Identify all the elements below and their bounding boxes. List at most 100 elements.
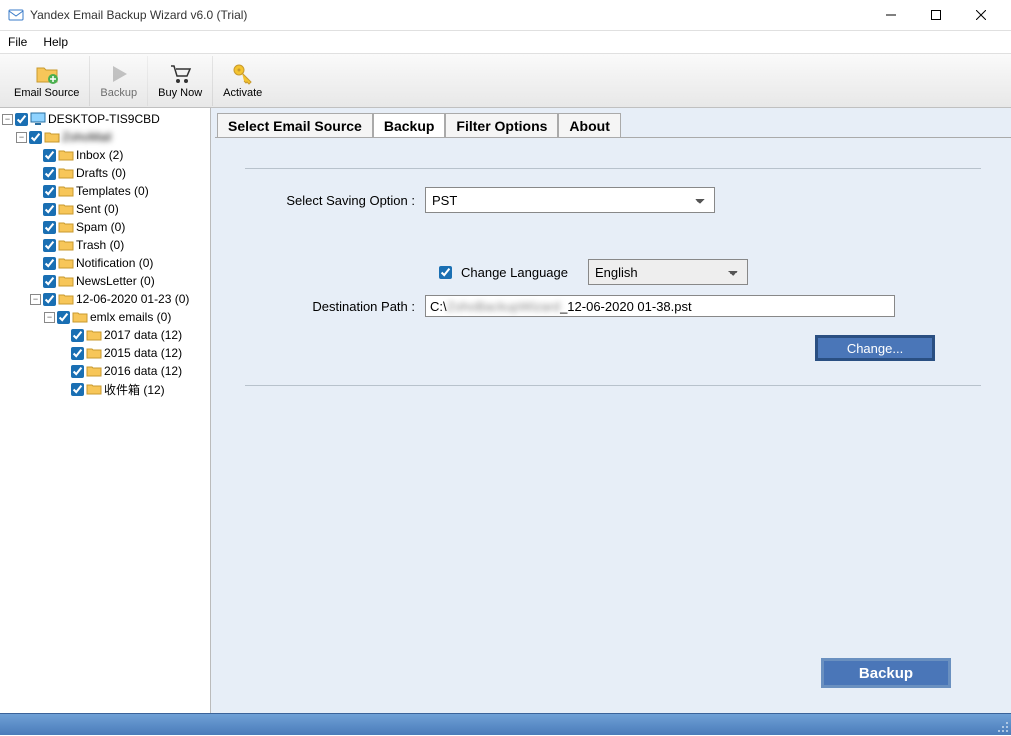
content-area: Select Email Source Backup Filter Option… [210, 108, 1011, 713]
tree-dated-label: 12-06-2020 01-23 (0) [76, 292, 189, 306]
tree-2017[interactable]: 2017 data (12) [58, 326, 210, 344]
toolbar-email-source[interactable]: Email Source [4, 56, 90, 106]
tree-templates[interactable]: Templates (0) [30, 182, 210, 200]
tree-inbox-check[interactable] [43, 149, 56, 162]
tree-2017-label: 2017 data (12) [104, 328, 182, 342]
tree-root[interactable]: − DESKTOP-TIS9CBD [2, 110, 210, 128]
collapse-icon[interactable]: − [44, 312, 55, 323]
saving-option-label: Select Saving Option : [245, 193, 425, 208]
tree-account-check[interactable] [29, 131, 42, 144]
tab-select-source[interactable]: Select Email Source [217, 113, 373, 138]
tree-spam[interactable]: Spam (0) [30, 218, 210, 236]
folder-icon [86, 364, 102, 378]
tree-drafts-check[interactable] [43, 167, 56, 180]
toolbar-backup: Backup [90, 56, 148, 106]
saving-option-row: Select Saving Option : PST [245, 187, 981, 213]
folder-icon [58, 220, 74, 234]
tree-2015-check[interactable] [71, 347, 84, 360]
toolbar: Email Source Backup Buy Now Activate [0, 54, 1011, 108]
folder-icon [86, 328, 102, 342]
collapse-icon[interactable]: − [30, 294, 41, 305]
tree-2017-check[interactable] [71, 329, 84, 342]
destination-prefix: C:\ [430, 299, 447, 314]
backup-panel: Select Saving Option : PST Change Langua… [215, 137, 1011, 710]
tree-account[interactable]: − ZohoMail [16, 128, 210, 146]
tree-account-label: ZohoMail [62, 130, 111, 144]
folder-open-icon [44, 130, 60, 144]
destination-suffix: _12-06-2020 01-38.pst [560, 299, 692, 314]
folder-tree[interactable]: − DESKTOP-TIS9CBD − ZohoMail [0, 108, 210, 713]
tree-templates-check[interactable] [43, 185, 56, 198]
destination-row: Destination Path : C:\ ZohoBackupWizard … [245, 295, 981, 317]
folder-open-icon [58, 292, 74, 306]
cart-icon [168, 62, 192, 86]
tree-inbox-label: Inbox (2) [76, 148, 123, 162]
status-bar [0, 713, 1011, 735]
tree-dated-check[interactable] [43, 293, 56, 306]
tree-dated[interactable]: − 12-06-2020 01-23 (0) [30, 290, 210, 308]
folder-icon [58, 166, 74, 180]
tree-2016-label: 2016 data (12) [104, 364, 182, 378]
tree-cjk-check[interactable] [71, 383, 84, 396]
tree-root-label: DESKTOP-TIS9CBD [48, 112, 160, 126]
collapse-icon[interactable]: − [16, 132, 27, 143]
folder-icon [58, 202, 74, 216]
toolbar-buy-now[interactable]: Buy Now [148, 56, 213, 106]
tree-trash-check[interactable] [43, 239, 56, 252]
collapse-icon[interactable]: − [2, 114, 13, 125]
tree-sent[interactable]: Sent (0) [30, 200, 210, 218]
tab-strip: Select Email Source Backup Filter Option… [217, 112, 1011, 137]
tree-drafts[interactable]: Drafts (0) [30, 164, 210, 182]
tree-notification[interactable]: Notification (0) [30, 254, 210, 272]
backup-button[interactable]: Backup [821, 658, 951, 688]
minimize-button[interactable] [868, 1, 913, 29]
tab-about[interactable]: About [558, 113, 620, 138]
folder-icon [86, 382, 102, 396]
change-language-row: Change Language English [435, 259, 981, 285]
tree-notification-check[interactable] [43, 257, 56, 270]
tree-templates-label: Templates (0) [76, 184, 149, 198]
language-select[interactable]: English [588, 259, 748, 285]
toolbar-activate[interactable]: Activate [213, 56, 272, 106]
tree-2015-label: 2015 data (12) [104, 346, 182, 360]
tree-cjk[interactable]: 收件箱 (12) [58, 380, 210, 398]
tree-emlx-check[interactable] [57, 311, 70, 324]
title-bar: Yandex Email Backup Wizard v6.0 (Trial) [0, 0, 1011, 30]
tree-drafts-label: Drafts (0) [76, 166, 126, 180]
resize-grip-icon[interactable] [995, 719, 1009, 733]
folder-icon [58, 148, 74, 162]
tree-2015[interactable]: 2015 data (12) [58, 344, 210, 362]
tree-emlx[interactable]: −emlx emails (0) [44, 308, 210, 326]
menu-file[interactable]: File [8, 35, 27, 49]
tree-root-check[interactable] [15, 113, 28, 126]
tree-sent-check[interactable] [43, 203, 56, 216]
tree-spam-check[interactable] [43, 221, 56, 234]
change-button[interactable]: Change... [815, 335, 935, 361]
tree-inbox[interactable]: Inbox (2) [30, 146, 210, 164]
close-button[interactable] [958, 1, 1003, 29]
tree-notification-label: Notification (0) [76, 256, 153, 270]
destination-label: Destination Path : [245, 299, 425, 314]
tree-2016-check[interactable] [71, 365, 84, 378]
divider [245, 168, 981, 169]
change-language-check[interactable] [439, 266, 452, 279]
tree-2016[interactable]: 2016 data (12) [58, 362, 210, 380]
app-icon [8, 7, 24, 23]
tree-spam-label: Spam (0) [76, 220, 125, 234]
tree-trash[interactable]: Trash (0) [30, 236, 210, 254]
folder-icon [58, 274, 74, 288]
destination-input[interactable]: C:\ ZohoBackupWizard _12-06-2020 01-38.p… [425, 295, 895, 317]
tree-newsletter[interactable]: NewsLetter (0) [30, 272, 210, 290]
tab-filter-options[interactable]: Filter Options [445, 113, 558, 138]
toolbar-activate-label: Activate [223, 87, 262, 99]
maximize-button[interactable] [913, 1, 958, 29]
folder-add-icon [35, 62, 59, 86]
saving-option-select[interactable]: PST [425, 187, 715, 213]
tab-backup[interactable]: Backup [373, 113, 446, 138]
tree-trash-label: Trash (0) [76, 238, 124, 252]
folder-open-icon [72, 310, 88, 324]
tree-newsletter-check[interactable] [43, 275, 56, 288]
folder-icon [86, 346, 102, 360]
toolbar-email-source-label: Email Source [14, 87, 79, 99]
menu-help[interactable]: Help [43, 35, 68, 49]
